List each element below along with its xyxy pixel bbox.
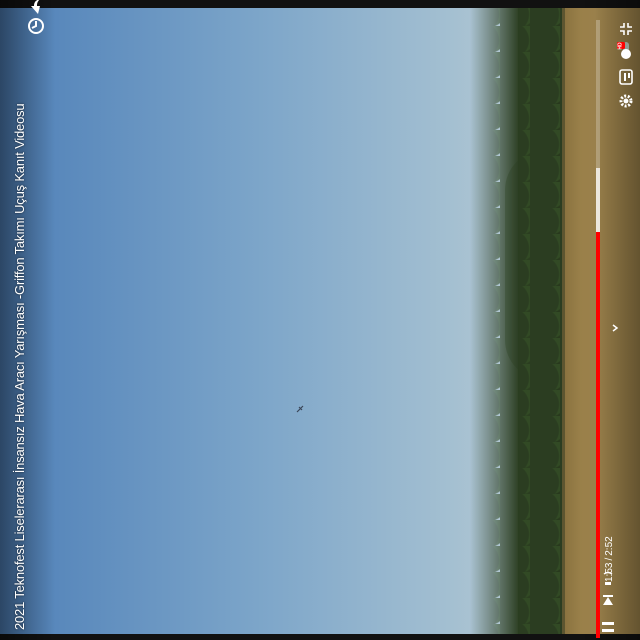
time-separator: / (604, 557, 615, 561)
next-icon[interactable] (601, 594, 615, 608)
current-time: 1:53 (604, 562, 615, 582)
video-title[interactable]: 2021 Teknofest Liselerarası İnsansız Hav… (10, 0, 30, 630)
clock-icon[interactable] (26, 16, 46, 36)
time-display: 1:53/2:52 (603, 536, 617, 582)
progress-bar[interactable] (596, 20, 600, 638)
chevron-icon[interactable] (610, 323, 620, 333)
subtitles-icon[interactable] (617, 68, 635, 86)
letterbox-bottom (0, 634, 640, 640)
gear-icon[interactable] (617, 92, 635, 110)
video-frame (0, 0, 640, 640)
exit-fullscreen-icon[interactable] (617, 20, 635, 38)
share-icon[interactable] (26, 0, 44, 14)
uav-in-sky (296, 405, 304, 413)
video-player[interactable]: 2021 Teknofest Liselerarası İnsansız Hav… (0, 0, 640, 640)
autoplay-toggle[interactable]: HD (617, 40, 635, 60)
letterbox-top (0, 0, 640, 8)
pause-icon[interactable] (600, 619, 616, 635)
duration: 2:52 (604, 536, 615, 556)
played-bar (596, 231, 600, 638)
hd-badge: HD (617, 42, 624, 50)
